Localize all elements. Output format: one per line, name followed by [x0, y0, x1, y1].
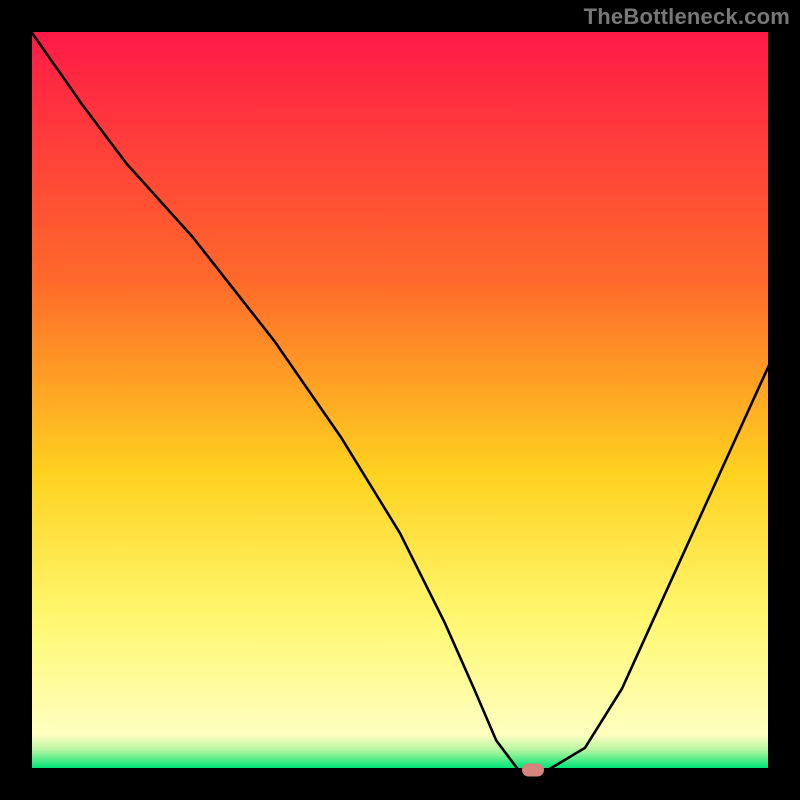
plot-area	[30, 30, 770, 770]
bottleneck-curve	[30, 30, 770, 770]
curve-path	[30, 30, 770, 770]
optimal-marker	[522, 764, 544, 777]
chart-stage: TheBottleneck.com	[0, 0, 800, 800]
watermark-text: TheBottleneck.com	[584, 4, 790, 30]
